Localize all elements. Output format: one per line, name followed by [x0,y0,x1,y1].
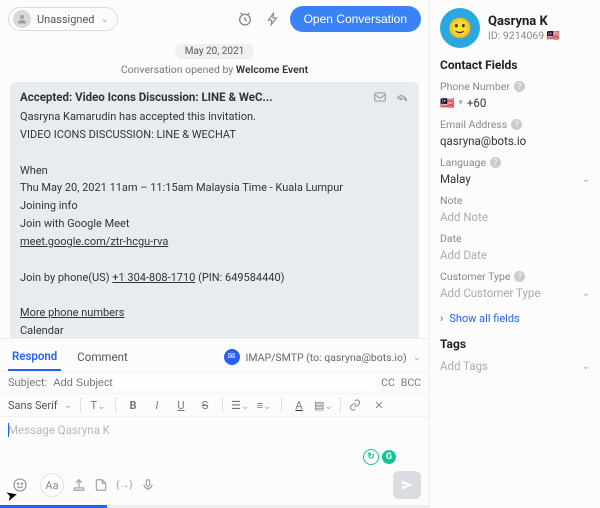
bolt-button[interactable] [262,8,284,30]
tab-respond[interactable]: Respond [8,343,61,371]
note-field[interactable]: Add Note [440,210,590,224]
mail-icon: ✉ [224,349,240,365]
note-label: Note [440,194,590,207]
contact-avatar: 🙂 [440,8,480,48]
topbar: Unassigned ⌄ Open Conversation [0,0,429,38]
channel-selector[interactable]: ✉ IMAP/SMTP (to: qasryna@bots.io) ⌄ [224,349,421,365]
text-format-toggle[interactable]: Aa [40,473,64,497]
customer-type-dropdown[interactable]: Add Customer Type⌄ [440,286,590,300]
info-icon: ? [514,271,525,282]
clear-format-button[interactable] [373,399,391,411]
link-button[interactable] [349,399,367,411]
email-label: Email Address? [440,118,590,131]
subject-label: Subject: [8,376,47,389]
show-all-fields-link[interactable]: › Show all fields [440,312,590,325]
flag-icon: 🇲🇾 [547,29,560,42]
list-button[interactable]: ☰⌄ [231,399,249,412]
chevron-down-icon: ⌄ [413,352,421,363]
user-icon [13,10,31,28]
strikethrough-button[interactable]: S [196,399,214,412]
phone-field[interactable]: 🇲🇾 ▾ +60 [440,96,590,110]
format-toolbar: Sans Serif ⌄ T⌄ B I U S ☰⌄ ≡⌄ A ▤⌄ [0,394,429,417]
conversation-area: May 20, 2021 Conversation opened by Welc… [0,38,429,338]
variable-button[interactable]: {→} [116,480,133,491]
composer: Respond Comment ✉ IMAP/SMTP (to: qasryna… [0,338,429,508]
upload-button[interactable] [72,478,86,492]
open-conversation-button[interactable]: Open Conversation [290,6,421,32]
subject-input[interactable] [53,377,375,389]
snooze-button[interactable] [234,8,256,30]
email-subject: Accepted: Video Icons Discussion: LINE &… [20,90,273,104]
grammarly-widget[interactable]: ↻ G [363,449,397,465]
chevron-down-icon: ⌄ [582,361,590,372]
email-message: Accepted: Video Icons Discussion: LINE &… [10,82,419,338]
cc-button[interactable]: CC [381,376,395,389]
language-label: Language? [440,156,590,169]
system-event: Conversation opened by Welcome Event [10,63,419,76]
chevron-right-icon: › [440,312,443,325]
message-textarea[interactable]: Message Qasryna K ↻ G [0,417,429,467]
info-icon: ? [490,157,501,168]
email-field[interactable]: qasryna@bots.io [440,134,590,148]
align-button[interactable]: ≡⌄ [255,399,273,412]
assignee-dropdown[interactable]: Unassigned ⌄ [8,7,118,31]
open-icon[interactable] [373,90,387,104]
chevron-down-icon: ⌄ [101,14,109,25]
tab-comment[interactable]: Comment [73,344,131,370]
customer-type-label: Customer Type? [440,270,590,283]
chevron-down-icon: ⌄ [582,174,590,185]
tags-dropdown[interactable]: Add Tags⌄ [440,359,590,373]
chevron-down-icon: ⌄ [582,288,590,299]
email-body: Qasryna Kamarudin has accepted this invi… [20,110,409,338]
assignee-label: Unassigned [37,13,95,26]
language-dropdown[interactable]: Malay⌄ [440,172,590,186]
file-button[interactable] [94,478,108,492]
bcc-button[interactable]: BCC [401,376,421,389]
font-color-button[interactable]: A [290,399,308,412]
phone-label: Phone Number? [440,80,590,93]
date-pill: May 20, 2021 [175,44,254,59]
info-icon: ? [514,81,525,92]
date-field[interactable]: Add Date [440,248,590,262]
flag-icon: 🇲🇾 [440,96,454,110]
font-family-dropdown[interactable]: Sans Serif [8,399,58,412]
highlight-button[interactable]: ▤⌄ [314,399,332,412]
emoji-button[interactable] [8,473,32,497]
date-label: Date [440,232,590,245]
chevron-down-icon: ⌄ [64,400,72,411]
reply-icon[interactable] [395,90,409,104]
font-size-button[interactable]: T⌄ [89,399,107,412]
contact-sidebar: 🙂 Qasryna K ID: 9214069 🇲🇾 Contact Field… [430,0,600,508]
info-icon: ? [511,119,522,130]
tags-title: Tags [440,337,590,351]
contact-fields-title: Contact Fields [440,58,590,72]
send-button[interactable] [393,471,421,499]
bold-button[interactable]: B [124,399,142,412]
italic-button[interactable]: I [148,399,166,412]
contact-name: Qasryna K [488,14,560,29]
mic-button[interactable] [141,478,155,492]
underline-button[interactable]: U [172,399,190,412]
contact-id: ID: 9214069 🇲🇾 [488,29,560,42]
